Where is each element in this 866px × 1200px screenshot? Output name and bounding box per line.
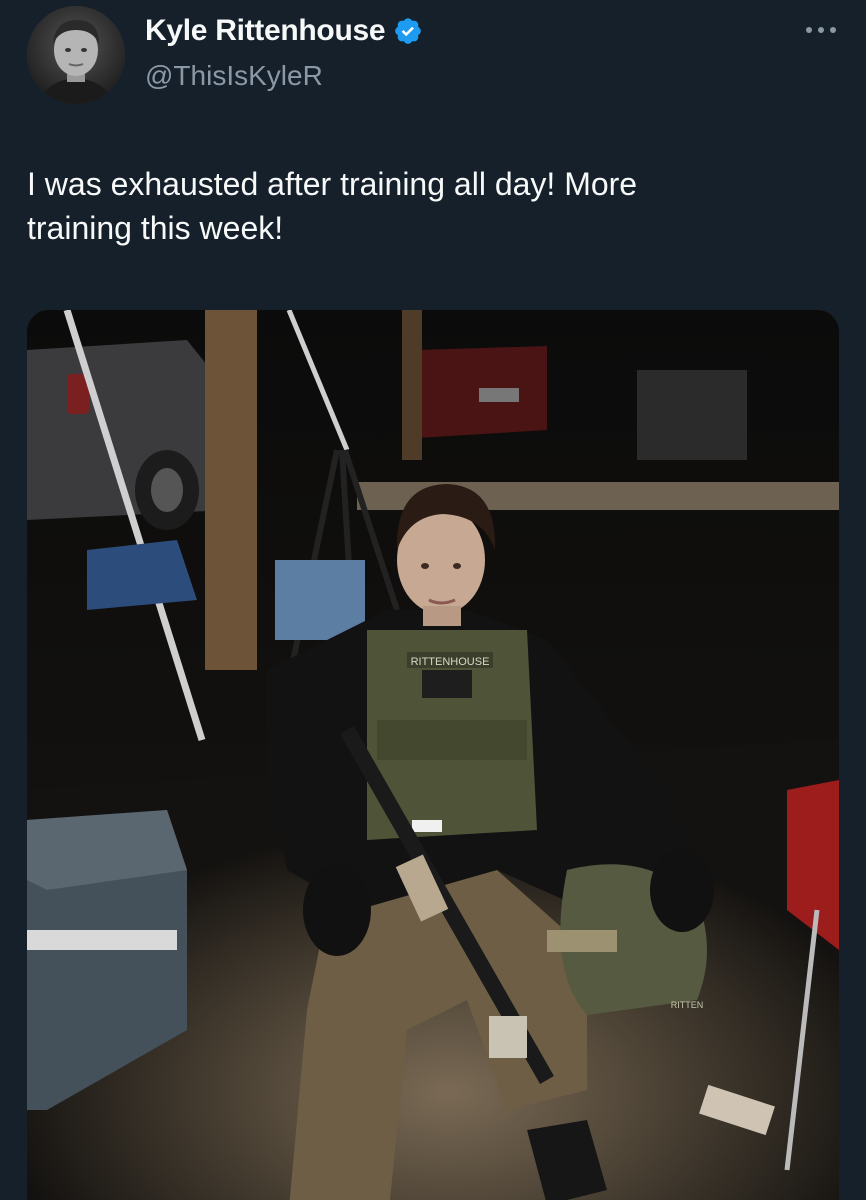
author-handle[interactable]: @ThisIsKyleR: [145, 60, 323, 92]
avatar[interactable]: [27, 6, 125, 104]
tweet-photo[interactable]: RITTENHOUSE RITTEN: [27, 310, 839, 1200]
avatar-image: [27, 6, 125, 104]
tweet-text: I was exhausted after training all day! …: [27, 166, 638, 246]
tweet-header: Kyle Rittenhouse @ThisIsKyleR: [0, 0, 866, 110]
tweet-card: Kyle Rittenhouse @ThisIsKyleR I was exha…: [0, 0, 866, 1200]
more-options-icon[interactable]: [806, 20, 836, 40]
helmet-name-label: RITTEN: [671, 1000, 704, 1010]
vest-name-patch: RITTENHOUSE: [411, 656, 490, 668]
verified-badge-icon[interactable]: [393, 16, 423, 46]
photo-scene: RITTENHOUSE RITTEN: [27, 310, 839, 1200]
author-display-name[interactable]: Kyle Rittenhouse: [145, 14, 386, 48]
author-name-row: Kyle Rittenhouse: [145, 14, 423, 48]
